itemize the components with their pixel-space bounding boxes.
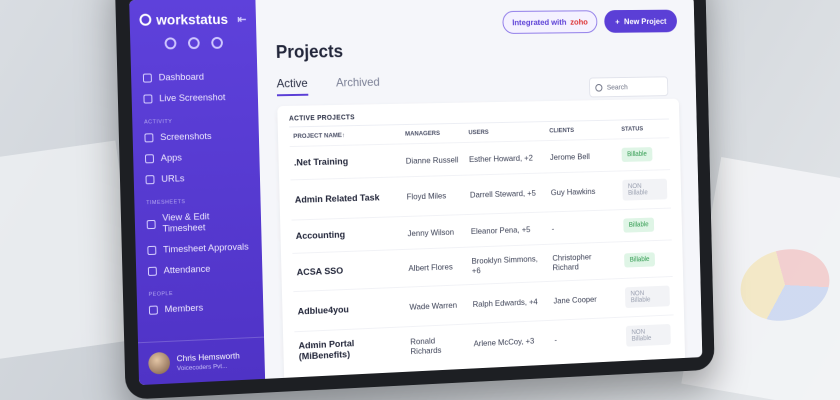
sidebar-item-urls[interactable]: URLs	[143, 167, 250, 191]
sidebar-item-screenshots[interactable]: Screenshots	[142, 125, 249, 148]
workstatus-logo-icon	[139, 14, 151, 26]
attendance-icon	[148, 267, 157, 276]
sidebar-item-label: Screenshots	[160, 131, 212, 143]
sidebar-item-label: Members	[165, 303, 204, 316]
client: -	[548, 210, 621, 245]
status-badge: NON Billable	[626, 324, 671, 347]
sidebar-item-attendance[interactable]: Attendance	[146, 257, 253, 282]
urls-icon	[145, 175, 154, 184]
new-project-button[interactable]: + New Project	[604, 10, 677, 33]
users: Eleanor Pena, +5	[467, 212, 549, 247]
column-project-name[interactable]: PROJECT NAME↑	[289, 125, 401, 147]
app-window: workstatus ⇤ Dashboard Live Screenshot A…	[129, 0, 702, 385]
status-badge: NON Billable	[622, 179, 667, 201]
manager: Dianne Russell	[402, 142, 466, 176]
timer-icon[interactable]	[164, 37, 176, 49]
manager: Albert Flores	[404, 247, 468, 287]
approvals-icon	[147, 246, 156, 255]
laptop-bezel: workstatus ⇤ Dashboard Live Screenshot A…	[114, 0, 714, 400]
users: Esther Howard, +2	[465, 141, 547, 176]
user-company: Voicecoders Pvt...	[177, 362, 240, 372]
timesheet-icon	[147, 219, 156, 228]
tab-archived[interactable]: Archived	[336, 75, 380, 95]
column-status: STATUS	[617, 119, 669, 139]
client: Jane Cooper	[549, 279, 622, 321]
project-name[interactable]: Adblue4you	[293, 287, 406, 332]
project-name[interactable]: Admin Portal (MiBenefits)	[294, 327, 407, 372]
sidebar-item-label: View & Edit Timesheet	[162, 210, 250, 235]
sidebar-item-label: Timesheet Approvals	[163, 242, 249, 256]
apps-icon	[145, 154, 154, 163]
projects-table: PROJECT NAME↑ MANAGERS USERS CLIENTS STA…	[289, 119, 674, 372]
status-badge: Billable	[624, 252, 655, 267]
sidebar-item-label: Dashboard	[159, 72, 205, 84]
notification-icon[interactable]	[211, 37, 223, 49]
column-managers: MANAGERS	[401, 123, 465, 144]
column-users: USERS	[464, 122, 545, 143]
section-label: ACTIVITY	[144, 117, 249, 125]
sidebar-item-live-screenshot[interactable]: Live Screenshot	[141, 87, 248, 110]
status-badge: Billable	[623, 218, 654, 233]
sidebar-item-label: Live Screenshot	[159, 92, 225, 104]
main-content: Integrated with zoho + New Project Proje…	[255, 0, 702, 379]
users: Darrell Steward, +5	[466, 173, 548, 215]
integrated-label: Integrated with	[512, 17, 566, 27]
members-icon	[149, 306, 158, 315]
client: Jerome Bell	[546, 139, 619, 173]
manager: Wade Warren	[405, 285, 469, 327]
sidebar: workstatus ⇤ Dashboard Live Screenshot A…	[129, 0, 265, 385]
search-placeholder: Search	[607, 83, 628, 92]
new-project-label: New Project	[624, 16, 667, 26]
quick-icons	[140, 37, 247, 50]
avatar	[148, 352, 170, 375]
status-badge: NON Billable	[625, 286, 670, 309]
header-actions: Integrated with zoho + New Project	[275, 10, 677, 37]
sidebar-item-members[interactable]: Members	[147, 296, 254, 321]
settings-icon[interactable]	[188, 37, 200, 49]
client: Christopher Richard	[549, 242, 622, 282]
project-name[interactable]: ACSA SSO	[292, 249, 405, 291]
tab-active[interactable]: Active	[276, 76, 308, 96]
screenshots-icon	[144, 133, 153, 142]
dashboard-icon	[143, 74, 152, 83]
collapse-sidebar-icon[interactable]: ⇤	[237, 12, 246, 25]
sidebar-item-label: Attendance	[164, 264, 211, 277]
zoho-logo: zoho	[570, 17, 588, 27]
users: Brooklyn Simmons, +6	[468, 244, 550, 284]
client: -	[550, 317, 623, 359]
project-name[interactable]: Admin Related Task	[291, 177, 404, 220]
projects-card: Search ACTIVE PROJECTS PROJECT NAME↑ MAN…	[277, 99, 685, 382]
sidebar-item-label: Apps	[161, 153, 182, 164]
sidebar-item-dashboard[interactable]: Dashboard	[141, 66, 248, 88]
project-name[interactable]: Accounting	[292, 217, 405, 254]
integrated-with-zoho-button[interactable]: Integrated with zoho	[502, 10, 598, 34]
column-clients: CLIENTS	[545, 120, 617, 141]
sidebar-item-label: URLs	[161, 173, 184, 185]
laptop: workstatus ⇤ Dashboard Live Screenshot A…	[114, 0, 714, 400]
client: Guy Hawkins	[547, 171, 620, 212]
brand: workstatus ⇤	[139, 11, 246, 28]
screenshot-icon	[143, 94, 152, 103]
sidebar-item-view-edit-timesheet[interactable]: View & Edit Timesheet	[144, 205, 252, 240]
plus-icon: +	[615, 17, 620, 26]
search-input[interactable]: Search	[589, 76, 668, 97]
manager: Ronald Richards	[406, 324, 470, 366]
page-title: Projects	[276, 38, 678, 63]
user-profile[interactable]: Chris Hemsworth Voicecoders Pvt...	[138, 337, 265, 386]
manager: Floyd Miles	[402, 175, 466, 216]
users: Ralph Edwards, +4	[469, 281, 551, 324]
manager: Jenny Wilson	[403, 215, 467, 250]
status-badge: Billable	[622, 147, 653, 162]
sidebar-item-apps[interactable]: Apps	[143, 146, 250, 169]
users: Arlene McCoy, +3	[469, 320, 551, 362]
search-icon	[595, 84, 602, 92]
user-name: Chris Hemsworth	[177, 350, 240, 363]
brand-name: workstatus	[156, 11, 228, 27]
project-name[interactable]: .Net Training	[290, 144, 403, 180]
